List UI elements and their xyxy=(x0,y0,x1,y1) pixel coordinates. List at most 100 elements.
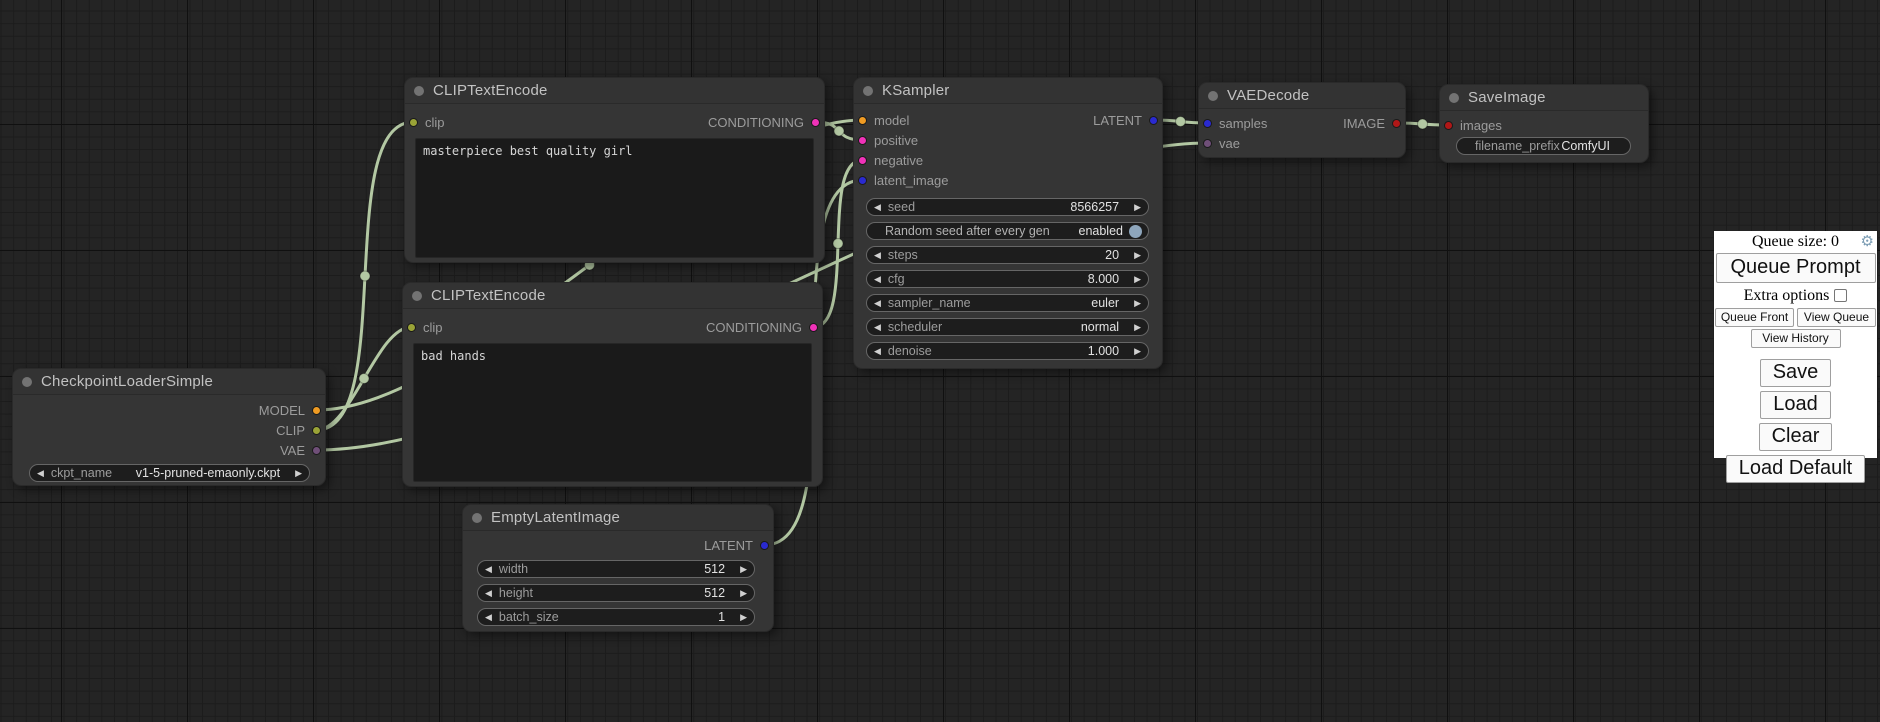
widget-label: scheduler xyxy=(888,320,942,334)
decrement-arrow-icon[interactable]: ◀ xyxy=(478,560,499,578)
negative-prompt-textarea[interactable]: bad hands xyxy=(413,343,812,482)
node-checkpointloadersimple[interactable]: CheckpointLoaderSimple MODEL CLIP VAE ◀ … xyxy=(12,368,326,486)
save-button[interactable]: Save xyxy=(1760,359,1832,387)
model-output-port[interactable] xyxy=(312,406,321,415)
output-label: CONDITIONING xyxy=(706,320,802,335)
decrement-arrow-icon[interactable]: ◀ xyxy=(867,318,888,336)
input-label: samples xyxy=(1219,116,1267,131)
collapse-dot-icon[interactable] xyxy=(863,86,873,96)
node-title-bar[interactable]: SaveImage xyxy=(1440,85,1648,111)
increment-arrow-icon[interactable]: ▶ xyxy=(1127,294,1148,312)
height-widget[interactable]: ◀ height 512 ▶ xyxy=(477,584,755,602)
widget-label: seed xyxy=(888,200,915,214)
collapse-dot-icon[interactable] xyxy=(1208,91,1218,101)
node-title-bar[interactable]: KSampler xyxy=(854,78,1162,104)
decrement-arrow-icon[interactable]: ◀ xyxy=(867,294,888,312)
decrement-arrow-icon[interactable]: ◀ xyxy=(867,198,888,216)
node-title-bar[interactable]: EmptyLatentImage xyxy=(463,505,773,531)
increment-arrow-icon[interactable]: ▶ xyxy=(733,560,754,578)
random-seed-toggle[interactable]: Random seed after every gen enabled xyxy=(866,222,1149,240)
decrement-arrow-icon[interactable]: ◀ xyxy=(867,270,888,288)
decrement-arrow-icon[interactable]: ◀ xyxy=(478,608,499,626)
node-vaedecode[interactable]: VAEDecode samples IMAGE vae xyxy=(1198,82,1406,158)
samples-input-port[interactable] xyxy=(1203,119,1212,128)
increment-arrow-icon[interactable]: ▶ xyxy=(1127,318,1148,336)
increment-arrow-icon[interactable]: ▶ xyxy=(1127,198,1148,216)
steps-widget[interactable]: ◀ steps 20 ▶ xyxy=(866,246,1149,264)
width-widget[interactable]: ◀ width 512 ▶ xyxy=(477,560,755,578)
extra-options-checkbox[interactable] xyxy=(1834,289,1847,302)
node-ksampler[interactable]: KSampler model LATENT positive negative … xyxy=(853,77,1163,369)
load-button[interactable]: Load xyxy=(1760,391,1831,419)
latent-output-port[interactable] xyxy=(1149,116,1158,125)
clip-input-port[interactable] xyxy=(407,323,416,332)
images-input-port[interactable] xyxy=(1444,121,1453,130)
widget-value: v1-5-pruned-emaonly.ckpt xyxy=(136,466,288,480)
widget-label: ckpt_name xyxy=(51,466,112,480)
node-saveimage[interactable]: SaveImage images filename_prefix ComfyUI xyxy=(1439,84,1649,163)
clear-button[interactable]: Clear xyxy=(1759,423,1833,451)
increment-arrow-icon[interactable]: ▶ xyxy=(288,464,309,482)
node-cliptextencode-negative[interactable]: CLIPTextEncode clip CONDITIONING bad han… xyxy=(402,282,823,487)
node-title-bar[interactable]: CLIPTextEncode xyxy=(403,283,822,309)
widget-value: 8566257 xyxy=(1070,200,1127,214)
increment-arrow-icon[interactable]: ▶ xyxy=(1127,342,1148,360)
clip-input-port[interactable] xyxy=(409,118,418,127)
filename-prefix-widget[interactable]: filename_prefix ComfyUI xyxy=(1456,137,1631,155)
increment-arrow-icon[interactable]: ▶ xyxy=(1127,270,1148,288)
widget-value: 8.000 xyxy=(1088,272,1127,286)
decrement-arrow-icon[interactable]: ◀ xyxy=(30,464,51,482)
negative-input-port[interactable] xyxy=(858,156,867,165)
image-output-port[interactable] xyxy=(1392,119,1401,128)
seed-widget[interactable]: ◀ seed 8566257 ▶ xyxy=(866,198,1149,216)
positive-prompt-textarea[interactable]: masterpiece best quality girl xyxy=(415,138,814,258)
vae-output-port[interactable] xyxy=(312,446,321,455)
increment-arrow-icon[interactable]: ▶ xyxy=(733,608,754,626)
widget-value: euler xyxy=(1091,296,1127,310)
ckpt-name-widget[interactable]: ◀ ckpt_name v1-5-pruned-emaonly.ckpt ▶ xyxy=(29,464,310,482)
queue-prompt-button[interactable]: Queue Prompt xyxy=(1716,253,1876,283)
decrement-arrow-icon[interactable]: ◀ xyxy=(867,342,888,360)
latent-image-input-port[interactable] xyxy=(858,176,867,185)
node-title-bar[interactable]: CLIPTextEncode xyxy=(405,78,824,104)
collapse-dot-icon[interactable] xyxy=(414,86,424,96)
increment-arrow-icon[interactable]: ▶ xyxy=(1127,246,1148,264)
node-emptylatentimage[interactable]: EmptyLatentImage LATENT ◀ width 512 ▶ ◀ … xyxy=(462,504,774,632)
widget-label: sampler_name xyxy=(888,296,971,310)
toggle-dot-icon[interactable] xyxy=(1129,225,1142,238)
conditioning-output-port[interactable] xyxy=(809,323,818,332)
widget-value: 1 xyxy=(718,610,733,624)
collapse-dot-icon[interactable] xyxy=(1449,93,1459,103)
decrement-arrow-icon[interactable]: ◀ xyxy=(478,584,499,602)
decrement-arrow-icon[interactable]: ◀ xyxy=(867,246,888,264)
view-history-button[interactable]: View History xyxy=(1751,329,1841,348)
node-cliptextencode-positive[interactable]: CLIPTextEncode clip CONDITIONING masterp… xyxy=(404,77,825,263)
settings-gear-icon[interactable]: ⚙ xyxy=(1861,233,1874,250)
queue-front-button[interactable]: Queue Front xyxy=(1715,308,1794,327)
collapse-dot-icon[interactable] xyxy=(22,377,32,387)
output-label: CONDITIONING xyxy=(708,115,804,130)
sampler-name-widget[interactable]: ◀ sampler_name euler ▶ xyxy=(866,294,1149,312)
node-title-bar[interactable]: CheckpointLoaderSimple xyxy=(13,369,325,395)
node-title: CLIPTextEncode xyxy=(433,82,548,99)
widget-label: height xyxy=(499,586,533,600)
latent-output-port[interactable] xyxy=(760,541,769,550)
conditioning-output-port[interactable] xyxy=(811,118,820,127)
scheduler-widget[interactable]: ◀ scheduler normal ▶ xyxy=(866,318,1149,336)
positive-input-port[interactable] xyxy=(858,136,867,145)
load-default-button[interactable]: Load Default xyxy=(1726,455,1865,483)
clip-output-port[interactable] xyxy=(312,426,321,435)
vae-input-port[interactable] xyxy=(1203,139,1212,148)
widget-label: steps xyxy=(888,248,918,262)
increment-arrow-icon[interactable]: ▶ xyxy=(733,584,754,602)
node-title-bar[interactable]: VAEDecode xyxy=(1199,83,1405,109)
collapse-dot-icon[interactable] xyxy=(412,291,422,301)
view-queue-button[interactable]: View Queue xyxy=(1797,308,1876,327)
batch-size-widget[interactable]: ◀ batch_size 1 ▶ xyxy=(477,608,755,626)
collapse-dot-icon[interactable] xyxy=(472,513,482,523)
cfg-widget[interactable]: ◀ cfg 8.000 ▶ xyxy=(866,270,1149,288)
model-input-port[interactable] xyxy=(858,116,867,125)
denoise-widget[interactable]: ◀ denoise 1.000 ▶ xyxy=(866,342,1149,360)
widget-value: 20 xyxy=(1105,248,1127,262)
input-label: latent_image xyxy=(874,173,948,188)
